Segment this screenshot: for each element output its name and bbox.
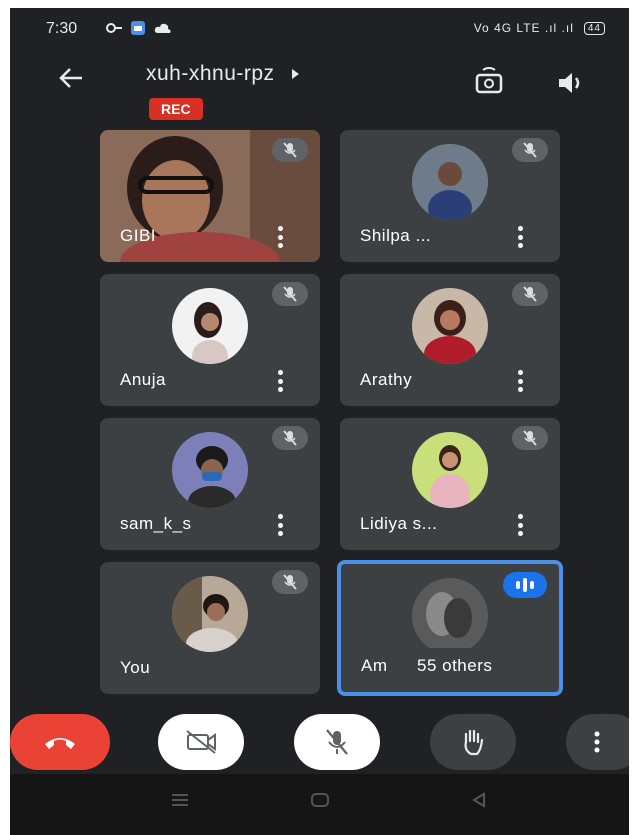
- meeting-header: xuh-xhnu-rpz REC: [10, 56, 629, 126]
- more-vert-icon[interactable]: [278, 226, 284, 248]
- status-time: 7:30: [46, 20, 78, 37]
- participant-tile-shilpa[interactable]: Shilpa ...: [340, 130, 560, 262]
- raise-hand-icon: [464, 729, 484, 756]
- participant-tile-you[interactable]: You: [100, 562, 320, 694]
- more-vert-icon[interactable]: [278, 514, 284, 536]
- mic-muted-icon: [272, 138, 308, 162]
- avatar: [172, 432, 248, 508]
- mic-muted-icon: [512, 282, 548, 306]
- mic-muted-icon: [272, 570, 308, 594]
- back-nav-icon[interactable]: [470, 792, 488, 813]
- recent-apps-icon[interactable]: [170, 792, 190, 813]
- participant-tile-anuja[interactable]: Anuja: [100, 274, 320, 406]
- avatar: [172, 576, 248, 652]
- participant-tile-sam[interactable]: sam_k_s: [100, 418, 320, 550]
- mic-muted-icon: [272, 426, 308, 450]
- more-vert-icon: [594, 731, 600, 753]
- signal-text: Vo 4G LTE .ıl .ıl: [473, 21, 574, 35]
- more-vert-icon[interactable]: [518, 370, 524, 392]
- camera-toggle-button[interactable]: [158, 714, 244, 770]
- status-notification-icons: [106, 20, 172, 36]
- more-options-button[interactable]: [566, 714, 629, 770]
- notification-app-icon: [131, 21, 145, 35]
- system-nav-bar: [10, 774, 629, 835]
- more-vert-icon[interactable]: [278, 370, 284, 392]
- avatar: [412, 578, 488, 654]
- participant-name: Shilpa ...: [360, 226, 432, 245]
- more-vert-icon[interactable]: [518, 226, 524, 248]
- speaker-icon[interactable]: [554, 66, 588, 100]
- participant-name: Am: [361, 656, 388, 675]
- raise-hand-button[interactable]: [430, 714, 516, 770]
- participant-name: GIBI: [120, 226, 157, 245]
- end-call-button[interactable]: [10, 714, 110, 770]
- notification-key-icon: [106, 23, 122, 33]
- mic-muted-icon: [272, 282, 308, 306]
- mic-muted-icon: [512, 138, 548, 162]
- avatar: [412, 432, 488, 508]
- back-arrow-icon[interactable]: [58, 64, 84, 96]
- avatar: [412, 144, 488, 220]
- meeting-code-button[interactable]: xuh-xhnu-rpz: [146, 62, 301, 86]
- participant-name: You: [120, 658, 151, 677]
- call-controls: [10, 714, 629, 774]
- others-count-button[interactable]: 55 others: [399, 648, 511, 684]
- avatar: [172, 288, 248, 364]
- participant-name: sam_k_s: [120, 514, 192, 533]
- switch-camera-icon[interactable]: [472, 66, 506, 100]
- participant-name: Lidiya s...: [360, 514, 438, 533]
- mic-toggle-button[interactable]: [294, 714, 380, 770]
- participant-tile-others[interactable]: Am 55 others: [337, 560, 563, 696]
- camera-off-icon: [186, 730, 216, 754]
- more-vert-icon[interactable]: [518, 514, 524, 536]
- participant-name: Anuja: [120, 370, 166, 389]
- status-system-icons: Vo 4G LTE .ıl .ıl 44: [474, 21, 605, 35]
- status-bar: 7:30 Vo 4G LTE .ıl .ıl 44: [10, 8, 629, 48]
- recording-badge: REC: [149, 98, 203, 120]
- participant-tile-lidiya[interactable]: Lidiya s...: [340, 418, 560, 550]
- speaking-indicator-icon: [503, 572, 547, 598]
- chevron-right-icon: [291, 69, 299, 79]
- participant-tile-gibi[interactable]: GIBI: [100, 130, 320, 262]
- mic-off-icon: [326, 729, 348, 755]
- battery-icon: 44: [583, 21, 605, 35]
- participant-name: Arathy: [360, 370, 413, 389]
- end-call-icon: [45, 738, 75, 749]
- notification-cloud-icon: [154, 23, 171, 33]
- mic-muted-icon: [512, 426, 548, 450]
- meeting-code: xuh-xhnu-rpz: [146, 62, 275, 85]
- phone-screen: 7:30 Vo 4G LTE .ıl .ıl 44 xuh-xhnu-rpz R…: [10, 8, 629, 835]
- participant-tile-arathy[interactable]: Arathy: [340, 274, 560, 406]
- home-icon[interactable]: [310, 792, 330, 813]
- avatar: [412, 288, 488, 364]
